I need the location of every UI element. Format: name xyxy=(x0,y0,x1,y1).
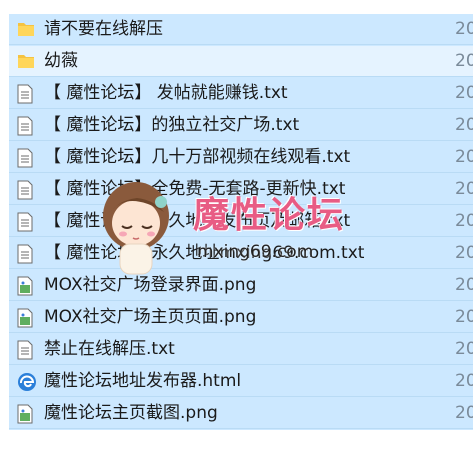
list-item[interactable]: 魔性论坛主页截图.png 20 xyxy=(9,398,473,429)
file-date: 20 xyxy=(455,147,473,167)
file-date: 20 xyxy=(455,51,473,71)
list-item[interactable]: 【 魔性论坛】永久地址mxing69.com.txt 20 xyxy=(9,238,473,269)
file-date: 20 xyxy=(455,115,473,135)
file-date: 20 xyxy=(455,243,473,263)
folder-icon xyxy=(17,20,35,40)
text-file-icon xyxy=(17,340,35,360)
file-date: 20 xyxy=(455,275,473,295)
file-date: 20 xyxy=(455,83,473,103)
file-name: 【 魔性论坛】永久地址mxing69.com.txt xyxy=(44,243,365,263)
text-file-icon xyxy=(17,84,35,104)
list-item[interactable]: MOX社交广场主页页面.png 20 xyxy=(9,302,473,333)
text-file-icon xyxy=(17,244,35,264)
file-date: 20 xyxy=(455,339,473,359)
file-name: 魔性论坛地址发布器.html xyxy=(44,371,242,391)
file-date: 20 xyxy=(455,307,473,327)
file-name: 【 魔性论坛】几十万部视频在线观看.txt xyxy=(44,147,351,167)
file-list: 请不要在线解压 20 幼薇 20 【 魔性论坛】 发帖就能赚钱.txt 20 【… xyxy=(9,14,473,430)
file-name: MOX社交广场登录界面.png xyxy=(44,275,257,295)
image-file-icon xyxy=(17,308,35,328)
file-name: 【 魔性论坛】永久地址发布页及邮箱.txt xyxy=(44,211,351,231)
list-item[interactable]: 请不要在线解压 20 xyxy=(9,14,473,45)
file-name: 【 魔性论坛】 发帖就能赚钱.txt xyxy=(44,83,288,103)
file-name: MOX社交广场主页页面.png xyxy=(44,307,257,327)
edge-browser-icon xyxy=(17,372,36,392)
file-name: 魔性论坛主页截图.png xyxy=(44,403,218,423)
list-item[interactable]: 【 魔性论坛】永久地址发布页及邮箱.txt 20 xyxy=(9,206,473,237)
text-file-icon xyxy=(17,116,35,136)
file-name: 幼薇 xyxy=(44,51,78,71)
list-item[interactable]: 【 魔性论坛】全免费-无套路-更新快.txt 20 xyxy=(9,174,473,205)
list-item[interactable]: 【 魔性论坛】 发帖就能赚钱.txt 20 xyxy=(9,78,473,109)
list-item[interactable]: MOX社交广场登录界面.png 20 xyxy=(9,270,473,301)
file-name: 禁止在线解压.txt xyxy=(44,339,175,359)
file-name: 【 魔性论坛】全免费-无套路-更新快.txt xyxy=(44,179,346,199)
file-name: 请不要在线解压 xyxy=(44,19,163,39)
file-date: 20 xyxy=(455,179,473,199)
image-file-icon xyxy=(17,276,35,296)
text-file-icon xyxy=(17,180,35,200)
file-date: 20 xyxy=(455,19,473,39)
text-file-icon xyxy=(17,148,35,168)
file-name: 【 魔性论坛】的独立社交广场.txt xyxy=(44,115,300,135)
list-item[interactable]: 幼薇 20 xyxy=(9,46,473,77)
file-date: 20 xyxy=(455,371,473,391)
file-date: 20 xyxy=(455,403,473,423)
text-file-icon xyxy=(17,212,35,232)
list-item[interactable]: 魔性论坛地址发布器.html 20 xyxy=(9,366,473,397)
file-date: 20 xyxy=(455,211,473,231)
folder-icon xyxy=(17,52,35,72)
list-item[interactable]: 【 魔性论坛】几十万部视频在线观看.txt 20 xyxy=(9,142,473,173)
list-item[interactable]: 【 魔性论坛】的独立社交广场.txt 20 xyxy=(9,110,473,141)
image-file-icon xyxy=(17,404,35,424)
list-item[interactable]: 禁止在线解压.txt 20 xyxy=(9,334,473,365)
